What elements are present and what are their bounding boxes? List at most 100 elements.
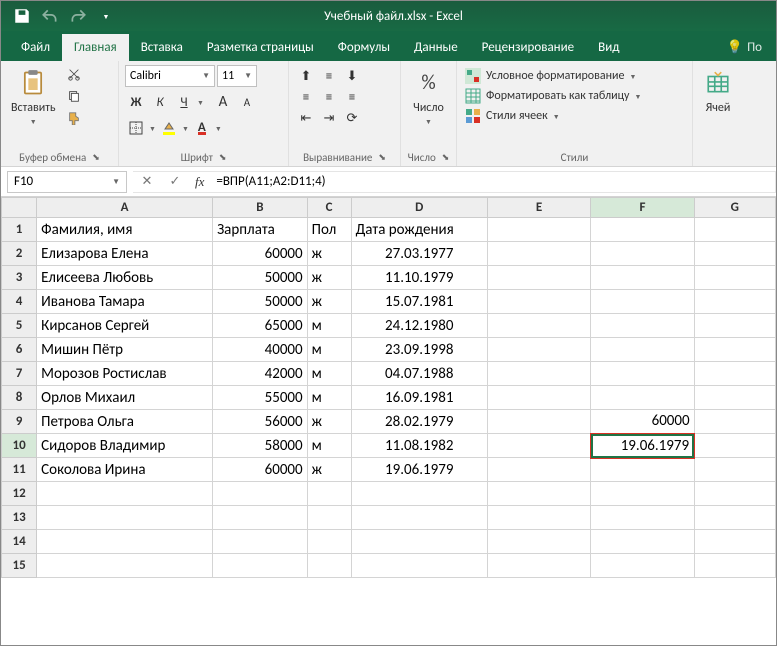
- redo-icon[interactable]: [69, 7, 87, 25]
- cell-B11[interactable]: 60000: [213, 458, 308, 482]
- orientation-icon[interactable]: ⟳: [341, 107, 363, 129]
- tab-review[interactable]: Рецензирование: [470, 34, 586, 61]
- conditional-formatting-button[interactable]: Условное форматирование ▼: [463, 67, 686, 85]
- cell-F1[interactable]: [591, 218, 694, 242]
- cell-A5[interactable]: Кирсанов Сергей: [37, 314, 213, 338]
- cell-B5[interactable]: 65000: [213, 314, 308, 338]
- cell-A13[interactable]: [37, 506, 213, 530]
- cell-D6[interactable]: 23.09.1998: [351, 338, 487, 362]
- cell-B7[interactable]: 42000: [213, 362, 308, 386]
- font-name-combo[interactable]: Calibri▼: [125, 65, 215, 87]
- align-left-icon[interactable]: ≡: [295, 86, 317, 108]
- row-header-15[interactable]: 15: [2, 554, 37, 578]
- cell-D14[interactable]: [351, 530, 487, 554]
- formula-input[interactable]: =ВПР(A11;A2:D11;4): [210, 174, 775, 189]
- undo-icon[interactable]: [41, 7, 59, 25]
- col-header-B[interactable]: B: [213, 198, 308, 218]
- cell-G14[interactable]: [694, 530, 775, 554]
- tab-formulas[interactable]: Формулы: [326, 34, 402, 61]
- cell-G10[interactable]: [694, 434, 775, 458]
- cell-F14[interactable]: [591, 530, 694, 554]
- cell-A10[interactable]: Сидоров Владимир: [37, 434, 213, 458]
- cell-E6[interactable]: [487, 338, 590, 362]
- cell-D12[interactable]: [351, 482, 487, 506]
- copy-icon[interactable]: [64, 87, 84, 105]
- cell-B15[interactable]: [213, 554, 308, 578]
- number-format-button[interactable]: % Число ▼: [407, 65, 450, 128]
- cell-B13[interactable]: [213, 506, 308, 530]
- chevron-down-icon[interactable]: ▼: [149, 124, 156, 133]
- row-header-14[interactable]: 14: [2, 530, 37, 554]
- cell-A15[interactable]: [37, 554, 213, 578]
- col-header-D[interactable]: D: [351, 198, 487, 218]
- enter-formula-icon[interactable]: ✓: [161, 174, 189, 189]
- cell-G15[interactable]: [694, 554, 775, 578]
- row-header-4[interactable]: 4: [2, 290, 37, 314]
- chevron-down-icon[interactable]: ▼: [215, 124, 222, 133]
- cell-B8[interactable]: 55000: [213, 386, 308, 410]
- font-size-combo[interactable]: 11▼: [217, 65, 257, 87]
- cell-F8[interactable]: [591, 386, 694, 410]
- cell-E1[interactable]: [487, 218, 590, 242]
- cell-C5[interactable]: м: [307, 314, 351, 338]
- cell-E10[interactable]: [487, 434, 590, 458]
- cell-B10[interactable]: 58000: [213, 434, 308, 458]
- cell-F6[interactable]: [591, 338, 694, 362]
- cell-B1[interactable]: Зарплата: [213, 218, 308, 242]
- col-header-A[interactable]: A: [37, 198, 213, 218]
- cell-C1[interactable]: Пол: [307, 218, 351, 242]
- cell-D7[interactable]: 04.07.1988: [351, 362, 487, 386]
- cell-G8[interactable]: [694, 386, 775, 410]
- decrease-indent-icon[interactable]: ⇤: [295, 107, 317, 129]
- cell-A3[interactable]: Елисеева Любовь: [37, 266, 213, 290]
- cell-E8[interactable]: [487, 386, 590, 410]
- col-header-G[interactable]: G: [694, 198, 775, 218]
- cell-D11[interactable]: 19.06.1979: [351, 458, 487, 482]
- tab-insert[interactable]: Вставка: [129, 34, 195, 61]
- bold-button[interactable]: Ж: [125, 91, 147, 113]
- cancel-formula-icon[interactable]: ✕: [133, 174, 161, 189]
- select-all-corner[interactable]: [2, 198, 37, 218]
- cell-D1[interactable]: Дата рождения: [351, 218, 487, 242]
- col-header-F[interactable]: F: [591, 198, 694, 218]
- cell-B6[interactable]: 40000: [213, 338, 308, 362]
- cell-G11[interactable]: [694, 458, 775, 482]
- cell-F3[interactable]: [591, 266, 694, 290]
- font-color-button[interactable]: A: [191, 117, 213, 139]
- paste-button[interactable]: Вставить ▼: [7, 65, 60, 128]
- cell-F9[interactable]: 60000: [591, 410, 694, 434]
- align-middle-icon[interactable]: ≡: [318, 65, 340, 87]
- cell-C15[interactable]: [307, 554, 351, 578]
- tell-me[interactable]: 💡 По: [721, 34, 768, 61]
- align-bottom-icon[interactable]: ⬇: [341, 65, 363, 87]
- cell-E9[interactable]: [487, 410, 590, 434]
- cell-B3[interactable]: 50000: [213, 266, 308, 290]
- cell-C7[interactable]: м: [307, 362, 351, 386]
- cell-C11[interactable]: ж: [307, 458, 351, 482]
- col-header-C[interactable]: C: [307, 198, 351, 218]
- cell-C6[interactable]: м: [307, 338, 351, 362]
- align-right-icon[interactable]: ≡: [341, 86, 363, 108]
- cell-F11[interactable]: [591, 458, 694, 482]
- cell-A6[interactable]: Мишин Пётр: [37, 338, 213, 362]
- cell-G2[interactable]: [694, 242, 775, 266]
- cell-G3[interactable]: [694, 266, 775, 290]
- cell-B14[interactable]: [213, 530, 308, 554]
- tab-page-layout[interactable]: Разметка страницы: [195, 34, 326, 61]
- row-header-3[interactable]: 3: [2, 266, 37, 290]
- cell-A4[interactable]: Иванова Тамара: [37, 290, 213, 314]
- cell-D5[interactable]: 24.12.1980: [351, 314, 487, 338]
- fx-icon[interactable]: fx: [189, 174, 210, 190]
- cell-C3[interactable]: ж: [307, 266, 351, 290]
- cell-A2[interactable]: Елизарова Елена: [37, 242, 213, 266]
- cell-G7[interactable]: [694, 362, 775, 386]
- row-header-11[interactable]: 11: [2, 458, 37, 482]
- cell-D13[interactable]: [351, 506, 487, 530]
- cell-C2[interactable]: ж: [307, 242, 351, 266]
- cell-C9[interactable]: ж: [307, 410, 351, 434]
- cell-E4[interactable]: [487, 290, 590, 314]
- row-header-6[interactable]: 6: [2, 338, 37, 362]
- cell-G1[interactable]: [694, 218, 775, 242]
- cell-F13[interactable]: [591, 506, 694, 530]
- cell-A14[interactable]: [37, 530, 213, 554]
